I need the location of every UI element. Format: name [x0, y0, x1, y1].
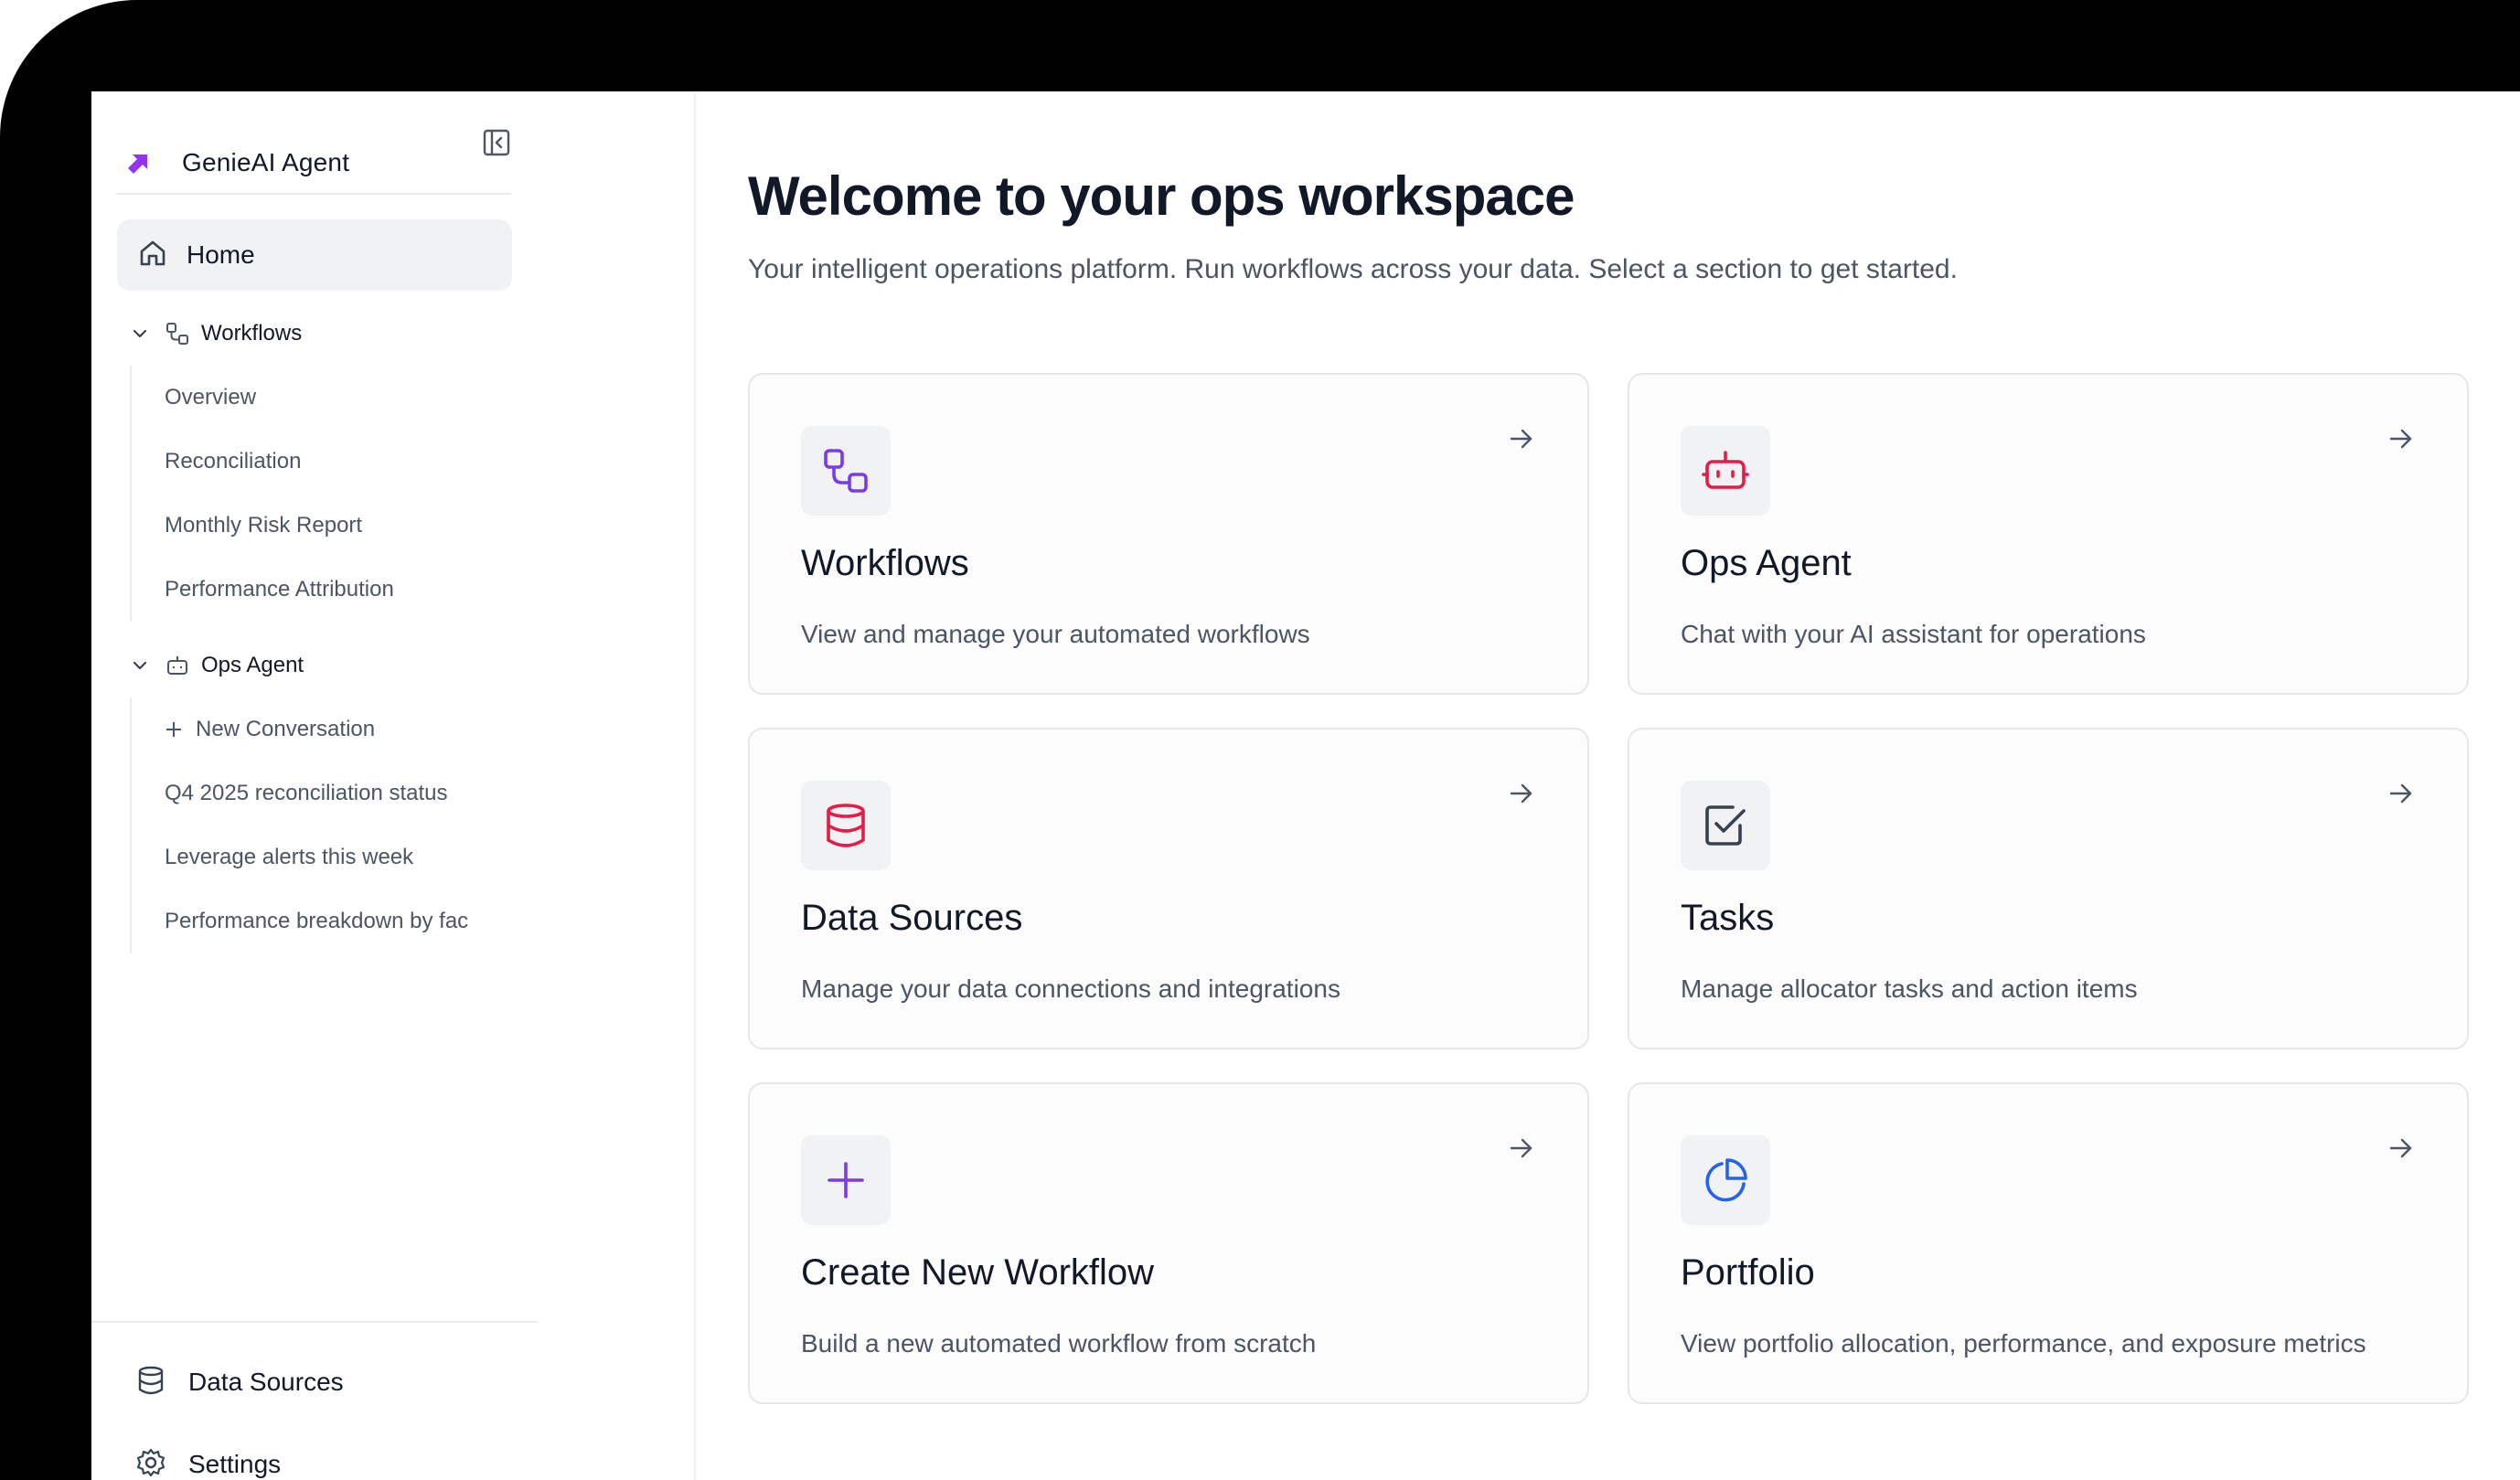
- card-title: Portfolio: [1681, 1252, 1815, 1293]
- database-icon: [827, 804, 865, 847]
- database-icon: [135, 1365, 166, 1400]
- card-title: Workflows: [801, 543, 969, 583]
- sidebar-item-data-sources[interactable]: Data Sources: [135, 1357, 344, 1408]
- card-workflows[interactable]: Workflows View and manage your automated…: [748, 373, 1589, 695]
- checkbox-icon: [1705, 805, 1746, 846]
- sidebar-item-home[interactable]: Home: [117, 219, 512, 291]
- card-icon-box: [801, 781, 891, 870]
- conversation-item[interactable]: Performance breakdown by fac: [132, 889, 468, 953]
- card-ops-agent[interactable]: Ops Agent Chat with your AI assistant fo…: [1628, 373, 2469, 695]
- new-conversation-label: New Conversation: [196, 717, 376, 741]
- sidebar-collapse-icon: [483, 129, 510, 156]
- bot-icon: [1702, 451, 1749, 489]
- home-icon: [137, 238, 168, 273]
- sidebar-item-label: Settings: [188, 1450, 282, 1478]
- conversation-item[interactable]: Leverage alerts this week: [132, 825, 468, 889]
- sidebar-group-label: Ops Agent: [201, 653, 304, 677]
- card-description: View portfolio allocation, performance, …: [1681, 1329, 2366, 1358]
- plus-icon: [828, 1162, 864, 1198]
- brand-name: GenieAI Agent: [182, 148, 350, 176]
- chevron-down-icon[interactable]: [130, 655, 150, 676]
- arrow-right-icon: [2387, 424, 2416, 453]
- main-content: Welcome to your ops workspace Your intel…: [697, 91, 2520, 1480]
- page-subtitle: Your intelligent operations platform. Ru…: [748, 254, 1958, 284]
- bot-icon: [165, 653, 190, 678]
- card-description: Manage allocator tasks and action items: [1681, 974, 2138, 1003]
- card-description: Build a new automated workflow from scra…: [801, 1329, 1317, 1358]
- sidebar-item-reconciliation[interactable]: Reconciliation: [132, 430, 394, 494]
- card-title: Create New Workflow: [801, 1252, 1155, 1293]
- card-description: Chat with your AI assistant for operatio…: [1681, 620, 2146, 648]
- new-conversation-button[interactable]: New Conversation: [132, 697, 468, 761]
- sidebar: GenieAI Agent Home Workflows Overview Re…: [91, 91, 696, 1480]
- card-data-sources[interactable]: Data Sources Manage your data connection…: [748, 728, 1589, 1049]
- workflow-icon: [165, 321, 190, 346]
- sidebar-bottom-divider: [91, 1321, 538, 1323]
- card-title: Data Sources: [801, 898, 1023, 938]
- arrow-right-icon: [2387, 779, 2416, 808]
- device-frame: GenieAI Agent Home Workflows Overview Re…: [0, 0, 2520, 1480]
- sidebar-group-label: Workflows: [201, 321, 303, 346]
- card-title: Tasks: [1681, 898, 1775, 938]
- app-screen: GenieAI Agent Home Workflows Overview Re…: [91, 91, 2520, 1480]
- brand-logo-icon: [123, 147, 155, 178]
- sidebar-item-settings[interactable]: Settings: [135, 1439, 281, 1480]
- card-portfolio[interactable]: Portfolio View portfolio allocation, per…: [1628, 1082, 2469, 1404]
- sidebar-item-label: Data Sources: [188, 1368, 344, 1396]
- workflow-icon: [824, 449, 868, 493]
- card-description: Manage your data connections and integra…: [801, 974, 1340, 1003]
- card-tasks[interactable]: Tasks Manage allocator tasks and action …: [1628, 728, 2469, 1049]
- conversation-item[interactable]: Q4 2025 reconciliation status: [132, 761, 468, 825]
- card-icon-box: [1681, 781, 1770, 870]
- ops-agent-sub-list: New Conversation Q4 2025 reconciliation …: [130, 697, 468, 953]
- sidebar-item-label: Home: [187, 240, 255, 269]
- sidebar-item-overview[interactable]: Overview: [132, 366, 394, 430]
- card-description: View and manage your automated workflows: [801, 620, 1310, 648]
- page-title: Welcome to your ops workspace: [748, 165, 1575, 227]
- card-icon-box: [801, 1135, 891, 1225]
- chevron-down-icon[interactable]: [130, 324, 150, 344]
- plus-icon: [165, 720, 183, 739]
- sidebar-group-ops-agent[interactable]: Ops Agent: [130, 647, 304, 684]
- arrow-right-icon: [1507, 424, 1536, 453]
- sidebar-item-performance-attribution[interactable]: Performance Attribution: [132, 558, 394, 622]
- card-title: Ops Agent: [1681, 543, 1852, 583]
- card-icon-box: [1681, 426, 1770, 516]
- pie-chart-icon: [1705, 1158, 1747, 1202]
- sidebar-group-workflows[interactable]: Workflows: [130, 315, 302, 352]
- sidebar-item-monthly-risk-report[interactable]: Monthly Risk Report: [132, 494, 394, 558]
- card-icon-box: [801, 426, 891, 516]
- arrow-right-icon: [1507, 779, 1536, 808]
- gear-icon: [135, 1447, 166, 1480]
- arrow-right-icon: [1507, 1134, 1536, 1163]
- card-icon-box: [1681, 1135, 1770, 1225]
- arrow-right-icon: [2387, 1134, 2416, 1163]
- workflows-sub-list: Overview Reconciliation Monthly Risk Rep…: [130, 366, 394, 622]
- brand-divider: [116, 193, 511, 195]
- collapse-sidebar-button[interactable]: [480, 126, 513, 159]
- card-create-new-workflow[interactable]: Create New Workflow Build a new automate…: [748, 1082, 1589, 1404]
